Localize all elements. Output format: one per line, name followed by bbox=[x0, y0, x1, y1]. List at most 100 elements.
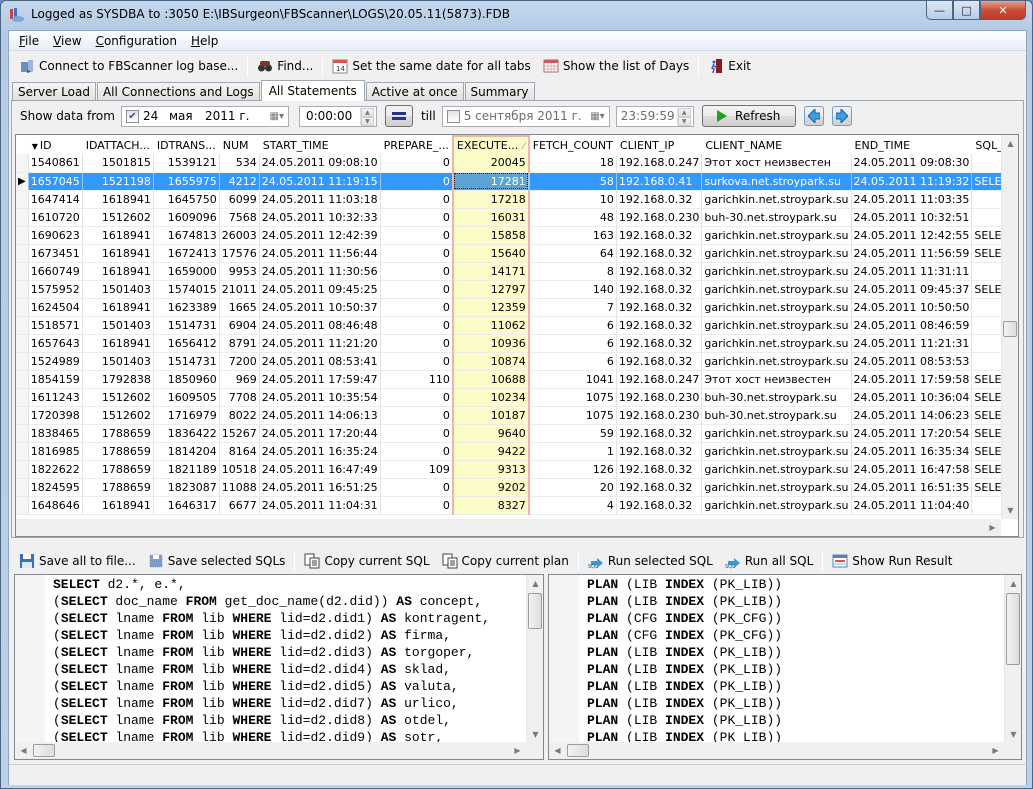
column-header[interactable]: FETCH_COUNT bbox=[528, 136, 617, 154]
row-indicator[interactable] bbox=[16, 190, 29, 209]
row-indicator[interactable] bbox=[16, 334, 29, 353]
row-indicator[interactable] bbox=[16, 406, 29, 425]
table-row[interactable]: 1518571 1501403 1514731 6904 24.05.2011 08:4… bbox=[16, 316, 1018, 335]
connect-button[interactable]: Connect to FBScanner log base... bbox=[13, 55, 244, 77]
plan-text-editor[interactable]: PLAN (LIB INDEX (PK_LIB)) PLAN (LIB INDEX… bbox=[548, 574, 1022, 760]
table-row[interactable]: 1540861 1501815 1539121 534 24.05.2011 09:08… bbox=[16, 154, 1018, 173]
spin-up-icon[interactable]: ▲ bbox=[677, 107, 691, 117]
table-row[interactable]: 1824595 1788659 1823087 11088 24.05.2011 16:… bbox=[16, 478, 1018, 497]
table-row[interactable]: 1854159 1792838 1850960 969 24.05.2011 17:59… bbox=[16, 370, 1018, 389]
scroll-left-icon[interactable]: ◀ bbox=[549, 742, 566, 759]
calendar-dropdown-icon[interactable]: ▦▾ bbox=[270, 111, 284, 122]
row-indicator[interactable] bbox=[16, 424, 29, 443]
from-date-checkbox[interactable]: ✔ bbox=[125, 109, 139, 123]
menu-configuration[interactable]: Configuration bbox=[89, 34, 184, 48]
row-indicator[interactable] bbox=[16, 370, 29, 389]
table-row[interactable]: 1657643 1618941 1656412 8791 24.05.2011 11:2… bbox=[16, 334, 1018, 353]
plan-vscroll-thumb[interactable] bbox=[1006, 593, 1020, 665]
column-header[interactable]: ▼ ID bbox=[28, 136, 83, 154]
table-row[interactable]: 1660749 1618941 1659000 9953 24.05.2011 11:3… bbox=[16, 262, 1018, 281]
column-header[interactable]: START_TIME bbox=[259, 136, 381, 154]
column-header[interactable]: CLIENT_IP bbox=[616, 136, 703, 154]
scroll-left-icon[interactable]: ◀ bbox=[15, 742, 32, 759]
sql-vertical-scrollbar[interactable]: ▲ ▼ bbox=[526, 575, 543, 743]
sql-text-editor[interactable]: SELECT d2.*, e.*, (SELECT doc_name FROM g… bbox=[14, 574, 544, 760]
table-row[interactable]: 1720398 1512602 1716979 8022 24.05.2011 14:0… bbox=[16, 406, 1018, 425]
grid-horizontal-scrollbar[interactable]: ▶ bbox=[16, 519, 1001, 536]
menu-file[interactable]: File bbox=[12, 34, 46, 48]
from-time-spinner[interactable]: ▲ ▼ bbox=[359, 107, 374, 126]
row-indicator[interactable] bbox=[16, 154, 29, 173]
scroll-down-icon[interactable]: ▼ bbox=[1005, 726, 1021, 743]
list-days-button[interactable]: Show the list of Days bbox=[537, 55, 695, 77]
row-indicator[interactable] bbox=[16, 208, 29, 227]
scroll-up-icon[interactable]: ▲ bbox=[1005, 575, 1021, 592]
refresh-button[interactable]: Refresh bbox=[701, 105, 796, 127]
row-indicator[interactable] bbox=[16, 316, 29, 335]
plan-vertical-scrollbar[interactable]: ▲ ▼ bbox=[1004, 575, 1021, 743]
table-row[interactable]: 1611243 1512602 1609505 7708 24.05.2011 10:3… bbox=[16, 388, 1018, 407]
spin-down-icon[interactable]: ▼ bbox=[360, 116, 374, 126]
equal-dates-button[interactable] bbox=[384, 105, 413, 127]
table-row[interactable]: ▶ 1657045 1521198 1655975 4212 24.05.2011 11:… bbox=[16, 172, 1018, 191]
run-all-button[interactable]: SQL Run all SQL bbox=[719, 550, 819, 572]
maximize-button[interactable]: □ bbox=[953, 1, 980, 20]
statements-grid[interactable]: ▼ ID IDATTACH... IDTRANS... NUM START_TIME PRE… bbox=[15, 134, 1019, 537]
column-header[interactable]: IDTRANS... bbox=[153, 136, 220, 154]
spin-up-icon[interactable]: ▲ bbox=[360, 107, 374, 117]
tab-active-at-once[interactable]: Active at once bbox=[365, 82, 464, 100]
close-button[interactable]: ✕ bbox=[980, 1, 1026, 20]
find-button[interactable]: Find... bbox=[251, 55, 319, 77]
table-row[interactable]: 1648646 1618941 1646317 6677 24.05.2011 11:0… bbox=[16, 496, 1018, 515]
tab-summary[interactable]: Summary bbox=[464, 82, 535, 100]
show-run-result-button[interactable]: Show Run Result bbox=[826, 550, 958, 572]
row-indicator[interactable] bbox=[16, 478, 29, 497]
plan-horizontal-scrollbar[interactable]: ◀ ▶ bbox=[549, 742, 1021, 759]
table-row[interactable]: 1838465 1788659 1836422 15267 24.05.2011 17:… bbox=[16, 424, 1018, 443]
scroll-up-icon[interactable]: ▲ bbox=[527, 575, 543, 592]
column-header[interactable]: CLIENT_NAME bbox=[701, 136, 852, 154]
table-row[interactable]: 1673451 1618941 1672413 17576 24.05.2011 11:… bbox=[16, 244, 1018, 263]
column-header[interactable]: PREPARE_... bbox=[380, 136, 454, 154]
grid-vertical-scrollbar[interactable]: ▲ ▼ bbox=[1001, 135, 1018, 519]
row-indicator[interactable] bbox=[16, 352, 29, 371]
grid-vscroll-thumb[interactable] bbox=[1003, 321, 1017, 337]
horizontal-splitter[interactable] bbox=[9, 541, 1026, 546]
row-indicator[interactable] bbox=[16, 244, 29, 263]
filter-dropdown-icon[interactable]: ▼ bbox=[32, 142, 38, 151]
scroll-right-icon[interactable]: ▶ bbox=[509, 742, 526, 759]
sql-vscroll-thumb[interactable] bbox=[528, 593, 542, 629]
column-header[interactable]: NUM bbox=[219, 136, 260, 154]
row-indicator[interactable] bbox=[16, 298, 29, 317]
prev-day-button[interactable] bbox=[803, 106, 824, 126]
table-row[interactable]: 1816985 1788659 1814204 8164 24.05.2011 16:3… bbox=[16, 442, 1018, 461]
run-selected-button[interactable]: SQL Run selected SQL bbox=[582, 550, 719, 572]
calendar-dropdown-icon[interactable]: ▦▾ bbox=[590, 111, 604, 122]
spin-down-icon[interactable]: ▼ bbox=[677, 116, 691, 126]
table-row[interactable]: 1690623 1618941 1674813 26003 24.05.2011 12:… bbox=[16, 226, 1018, 245]
sql-hscroll-thumb[interactable] bbox=[33, 744, 55, 757]
save-selected-button[interactable]: Save selected SQLs bbox=[142, 550, 292, 572]
row-indicator[interactable] bbox=[16, 226, 29, 245]
row-indicator[interactable]: ▶ bbox=[16, 172, 29, 191]
tab-server-load[interactable]: Server Load bbox=[12, 82, 96, 100]
scroll-down-icon[interactable]: ▼ bbox=[527, 726, 543, 743]
table-row[interactable]: 1624504 1618941 1623389 1665 24.05.2011 10:5… bbox=[16, 298, 1018, 317]
minimize-button[interactable]: — bbox=[926, 1, 953, 20]
exit-button[interactable]: Exit bbox=[702, 55, 757, 77]
till-time-field[interactable]: 23:59:59 ▲ ▼ bbox=[615, 105, 694, 127]
plan-hscroll-thumb[interactable] bbox=[567, 744, 589, 757]
table-row[interactable]: 1822622 1788659 1821189 10518 24.05.2011 16:… bbox=[16, 460, 1018, 479]
from-date-picker[interactable]: ✔ 24 мая 2011 г. ▦▾ bbox=[120, 105, 289, 127]
till-time-spinner[interactable]: ▲ ▼ bbox=[676, 107, 691, 126]
table-row[interactable]: 1524989 1501403 1514731 7200 24.05.2011 08:5… bbox=[16, 352, 1018, 371]
till-date-checkbox[interactable] bbox=[446, 109, 460, 123]
table-row[interactable]: 1610720 1512602 1609096 7568 24.05.2011 10:3… bbox=[16, 208, 1018, 227]
column-header[interactable]: EXECUTE... ⁄ bbox=[451, 135, 530, 154]
same-date-button[interactable]: 14 Set the same date for all tabs bbox=[326, 55, 536, 77]
row-indicator[interactable] bbox=[16, 496, 29, 515]
menu-view[interactable]: View bbox=[46, 34, 88, 48]
scroll-right-icon[interactable]: ▶ bbox=[984, 519, 1001, 536]
table-row[interactable]: 1647414 1618941 1645750 6099 24.05.2011 11:0… bbox=[16, 190, 1018, 209]
row-indicator[interactable] bbox=[16, 262, 29, 281]
